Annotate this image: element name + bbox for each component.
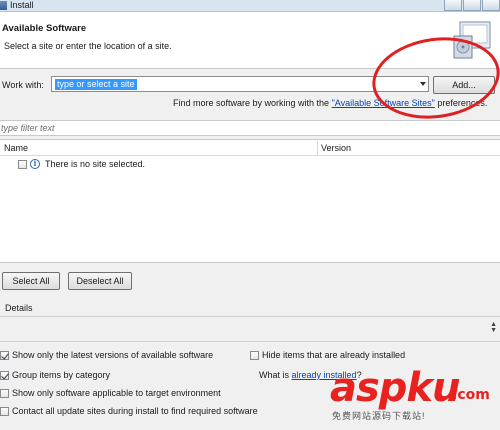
maximize-button[interactable]	[463, 0, 481, 11]
latest-versions-checkbox[interactable]	[0, 351, 9, 360]
find-more-text: Find more software by working with the "…	[173, 98, 487, 108]
group-by-category-checkbox[interactable]	[0, 371, 9, 380]
latest-versions-label[interactable]: Show only the latest versions of availab…	[12, 350, 213, 360]
software-table: Name Version i There is no site selected…	[0, 139, 500, 263]
target-environment-label[interactable]: Show only software applicable to target …	[12, 388, 221, 398]
table-row[interactable]: i There is no site selected.	[0, 157, 500, 171]
install-wizard-banner-icon	[453, 21, 491, 59]
contact-sites-label[interactable]: Contact all update sites during install …	[12, 406, 258, 416]
work-with-label: Work with:	[2, 80, 44, 90]
close-button[interactable]	[482, 0, 500, 11]
column-divider[interactable]	[317, 141, 318, 155]
minimize-button[interactable]	[444, 0, 462, 11]
window-titlebar: Install	[0, 0, 500, 12]
eclipse-window-icon	[0, 1, 7, 10]
page-title: Available Software	[2, 23, 87, 34]
deselect-all-button[interactable]: Deselect All	[68, 272, 132, 290]
find-more-suffix: preferences.	[434, 98, 488, 108]
contact-sites-checkbox[interactable]	[0, 407, 9, 416]
watermark-tagline: 免费网站源码下载站!	[332, 411, 426, 421]
wizard-header: Available Software Select a site or ente…	[0, 12, 500, 69]
hide-installed-checkbox[interactable]	[250, 351, 259, 360]
table-header: Name Version	[0, 140, 500, 156]
chevron-down-icon[interactable]	[420, 82, 426, 86]
details-scroll-icon[interactable]: ▲ ▼	[490, 321, 497, 334]
column-name-header[interactable]: Name	[4, 143, 28, 153]
aspku-watermark: aspku .com 免费网站源码下载站!	[324, 362, 498, 428]
group-by-category-label[interactable]: Group items by category	[12, 370, 110, 380]
filter-placeholder: type filter text	[1, 123, 55, 133]
details-label: Details	[5, 303, 33, 313]
window-title: Install	[10, 0, 34, 10]
watermark-tld: .com	[452, 387, 490, 403]
find-more-prefix: Find more software by working with the	[173, 98, 332, 108]
work-with-combo[interactable]: type or select a site	[51, 76, 429, 92]
add-site-button[interactable]: Add...	[433, 76, 495, 94]
target-environment-checkbox[interactable]	[0, 389, 9, 398]
work-with-row: Work with: type or select a site Add... …	[0, 69, 500, 119]
page-description: Select a site or enter the location of a…	[4, 41, 172, 51]
empty-site-message: There is no site selected.	[45, 159, 146, 169]
watermark-brand: aspku	[330, 365, 461, 411]
column-version-header[interactable]: Version	[321, 143, 351, 153]
filter-input[interactable]: type filter text	[0, 120, 500, 136]
info-icon: i	[30, 159, 40, 169]
hide-installed-label[interactable]: Hide items that are already installed	[262, 350, 405, 360]
what-is-prefix: What is	[259, 370, 292, 380]
select-all-button[interactable]: Select All	[2, 272, 60, 290]
work-with-value[interactable]: type or select a site	[55, 79, 137, 90]
row-checkbox[interactable]	[18, 160, 27, 169]
details-area: ▲ ▼	[0, 316, 500, 342]
available-software-sites-link[interactable]: "Available Software Sites"	[332, 98, 435, 108]
